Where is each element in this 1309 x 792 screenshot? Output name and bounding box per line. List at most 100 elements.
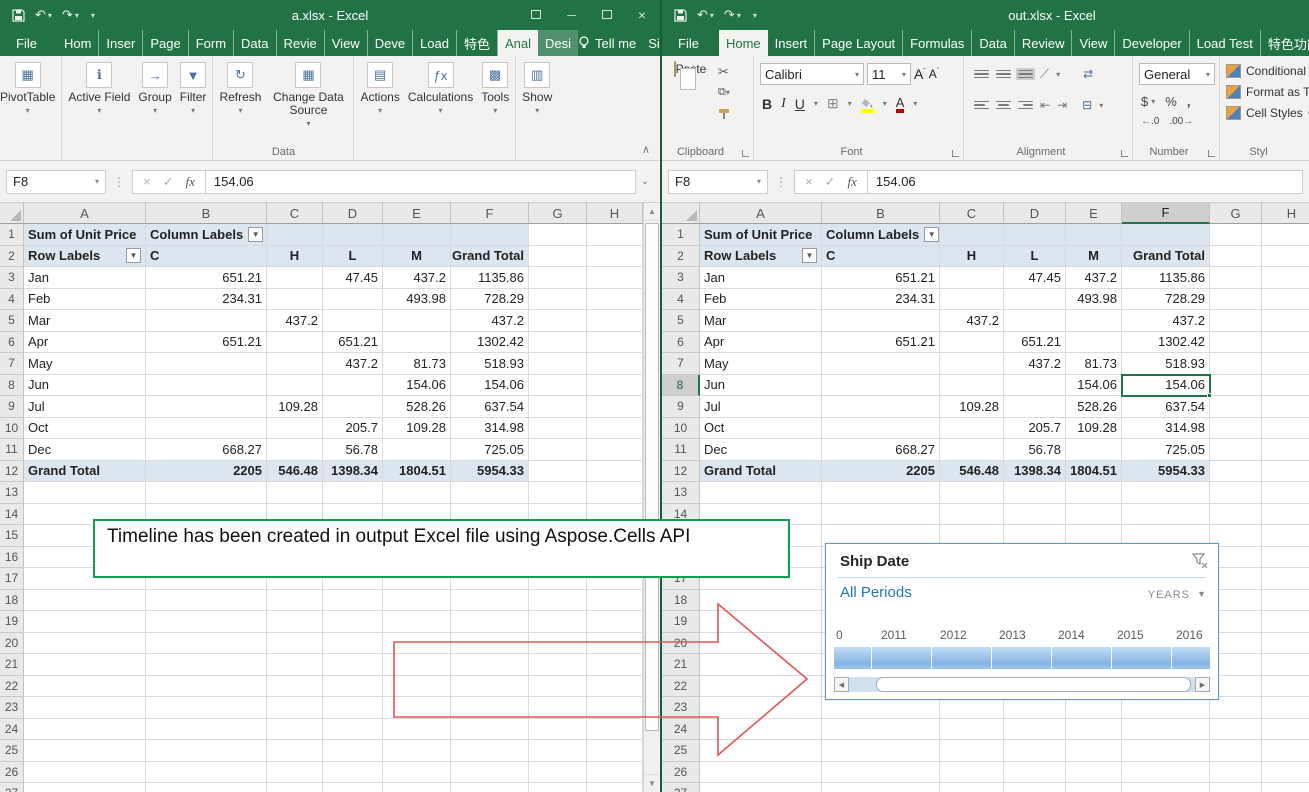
cell-H14[interactable] <box>1262 504 1309 526</box>
enter-icon[interactable]: ✓ <box>825 174 836 190</box>
collapse-ribbon-icon[interactable]: ∧ <box>642 143 650 156</box>
cell-C1[interactable] <box>940 224 1004 246</box>
ribbon-button-group[interactable]: →Group▾ <box>134 60 175 144</box>
cell-F27[interactable] <box>1122 783 1210 792</box>
cell-A1[interactable]: Sum of Unit Price <box>700 224 822 246</box>
cell-E10[interactable]: 109.28 <box>383 418 451 440</box>
cell-E5[interactable] <box>1066 310 1122 332</box>
ribbon-button-filter[interactable]: ▼Filter▾ <box>176 60 211 144</box>
cell-H6[interactable] <box>587 332 643 354</box>
cell-E13[interactable] <box>383 482 451 504</box>
borders-icon[interactable]: ⊞ <box>827 95 839 112</box>
cell-F1[interactable] <box>451 224 529 246</box>
font-size-select[interactable]: 11▾ <box>867 63 911 85</box>
cell-C13[interactable] <box>267 482 323 504</box>
cell-G25[interactable] <box>1210 740 1262 762</box>
cell-A23[interactable] <box>24 697 146 719</box>
cell-H5[interactable] <box>1262 310 1309 332</box>
cell-H9[interactable] <box>1262 396 1309 418</box>
format-as-table-button[interactable]: Format as T <box>1226 85 1309 99</box>
cell-D23[interactable] <box>1004 697 1066 719</box>
cell-G9[interactable] <box>1210 396 1262 418</box>
cell-A22[interactable] <box>24 676 146 698</box>
ribbon-button-active-field[interactable]: ℹActive Field▾ <box>64 60 134 144</box>
row-header-6[interactable]: 6 <box>0 332 24 354</box>
cell-A9[interactable]: Jul <box>24 396 146 418</box>
cell-C9[interactable]: 109.28 <box>940 396 1004 418</box>
cell-A7[interactable]: May <box>700 353 822 375</box>
cell-E24[interactable] <box>1066 719 1122 741</box>
ribbon-display-options-icon[interactable] <box>531 8 541 22</box>
column-header-F[interactable]: F <box>1122 203 1210 224</box>
row-header-2[interactable]: 2 <box>0 246 24 268</box>
cell-B8[interactable] <box>146 375 267 397</box>
number-format-select[interactable]: General▾ <box>1139 63 1215 85</box>
ribbon-tab-Load[interactable]: Load <box>413 30 457 56</box>
align-center-icon[interactable] <box>996 101 1011 110</box>
cell-B7[interactable] <box>146 353 267 375</box>
cell-E11[interactable] <box>1066 439 1122 461</box>
cell-A24[interactable] <box>24 719 146 741</box>
column-header-F[interactable]: F <box>451 203 529 224</box>
cell-B11[interactable]: 668.27 <box>146 439 267 461</box>
cell-H7[interactable] <box>587 353 643 375</box>
cell-G11[interactable] <box>1210 439 1262 461</box>
cell-D5[interactable] <box>323 310 383 332</box>
ribbon-button-actions[interactable]: ▤Actions▾ <box>356 60 403 144</box>
cell-C26[interactable] <box>267 762 323 784</box>
name-box-dropdown-icon[interactable]: ▾ <box>757 177 761 186</box>
percent-style-icon[interactable]: % <box>1165 94 1177 109</box>
number-dialog-launcher-icon[interactable] <box>1208 150 1215 157</box>
decrease-decimal-icon[interactable]: .00→ <box>1169 116 1193 127</box>
cell-C2[interactable]: H <box>267 246 323 268</box>
cell-F7[interactable]: 518.93 <box>451 353 529 375</box>
cell-G14[interactable] <box>1210 504 1262 526</box>
column-header-B[interactable]: B <box>822 203 940 224</box>
cell-C25[interactable] <box>267 740 323 762</box>
cell-A5[interactable]: Mar <box>700 310 822 332</box>
cell-C22[interactable] <box>267 676 323 698</box>
row-header-7[interactable]: 7 <box>662 353 700 375</box>
pivot-filter-dropdown-icon[interactable]: ▼ <box>248 227 263 242</box>
cell-B9[interactable] <box>822 396 940 418</box>
save-icon[interactable] <box>674 9 687 22</box>
qat-customize-icon[interactable]: ▾ <box>751 11 757 20</box>
cell-F25[interactable] <box>451 740 529 762</box>
cell-E25[interactable] <box>383 740 451 762</box>
cell-B25[interactable] <box>146 740 267 762</box>
cell-A7[interactable]: May <box>24 353 146 375</box>
cell-H27[interactable] <box>1262 783 1309 792</box>
clear-filter-icon[interactable] <box>1192 552 1208 569</box>
column-header-H[interactable]: H <box>587 203 643 224</box>
cell-G25[interactable] <box>529 740 587 762</box>
cell-H21[interactable] <box>587 654 643 676</box>
cell-H2[interactable] <box>587 246 643 268</box>
cell-H5[interactable] <box>587 310 643 332</box>
cell-C10[interactable] <box>940 418 1004 440</box>
cell-D4[interactable] <box>323 289 383 311</box>
column-header-A[interactable]: A <box>700 203 822 224</box>
row-header-10[interactable]: 10 <box>662 418 700 440</box>
row-header-11[interactable]: 11 <box>662 439 700 461</box>
cell-B26[interactable] <box>146 762 267 784</box>
cell-D5[interactable] <box>1004 310 1066 332</box>
row-header-23[interactable]: 23 <box>0 697 24 719</box>
cell-A13[interactable] <box>24 482 146 504</box>
row-header-16[interactable]: 16 <box>0 547 24 569</box>
cell-G19[interactable] <box>529 611 587 633</box>
cell-H12[interactable] <box>587 461 643 483</box>
ribbon-button-pivottable[interactable]: ▦PivotTable▾ <box>0 60 59 144</box>
cell-E22[interactable] <box>383 676 451 698</box>
ribbon-tab-Inser[interactable]: Inser <box>99 30 143 56</box>
cell-A12[interactable]: Grand Total <box>24 461 146 483</box>
cell-E7[interactable]: 81.73 <box>383 353 451 375</box>
cell-F3[interactable]: 1135.86 <box>451 267 529 289</box>
underline-button[interactable]: U <box>795 96 805 112</box>
cell-H12[interactable] <box>1262 461 1309 483</box>
cell-E27[interactable] <box>1066 783 1122 792</box>
cell-C12[interactable]: 546.48 <box>940 461 1004 483</box>
timeline-period-segment-2016[interactable] <box>1172 647 1210 669</box>
row-header-13[interactable]: 13 <box>662 482 700 504</box>
cell-G13[interactable] <box>1210 482 1262 504</box>
cell-G1[interactable] <box>529 224 587 246</box>
